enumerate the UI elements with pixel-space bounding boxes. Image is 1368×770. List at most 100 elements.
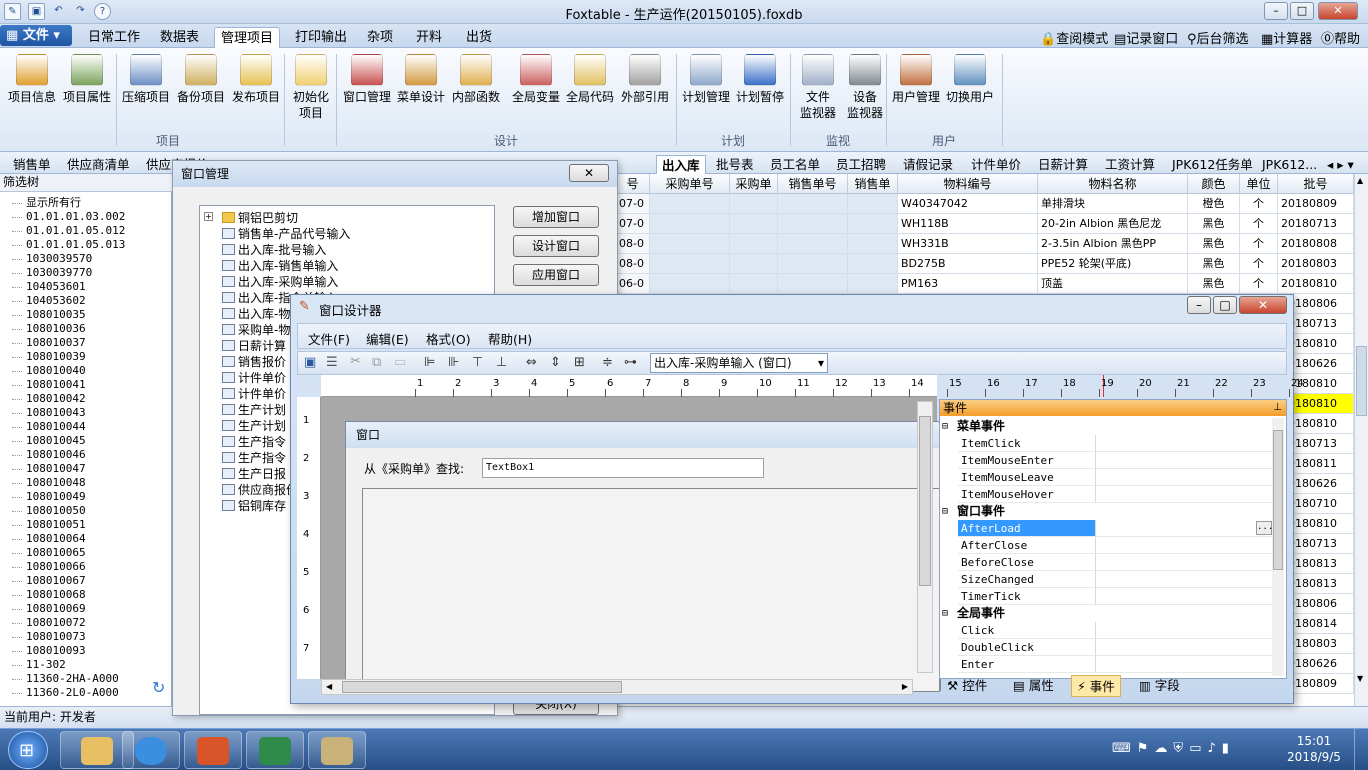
start-button[interactable]: ⊞ bbox=[8, 731, 48, 769]
doc-tab-salary[interactable]: 工资计算 bbox=[1100, 155, 1160, 174]
align-top-icon[interactable]: ⊤ bbox=[472, 355, 483, 370]
grid-cell[interactable]: 20180809 bbox=[1278, 194, 1354, 214]
event-row[interactable]: Click bbox=[940, 622, 1286, 639]
global-variables-button[interactable]: 全局变量 bbox=[510, 54, 562, 105]
tab-manage-project[interactable]: 管理项目 bbox=[214, 27, 281, 48]
publish-project-button[interactable]: 发布项目 bbox=[229, 54, 283, 105]
same-width-icon[interactable]: ⇔ bbox=[526, 355, 537, 370]
grid-cell[interactable] bbox=[778, 274, 848, 294]
event-row[interactable]: AfterClose bbox=[940, 537, 1286, 554]
grid-cell[interactable]: BD275B bbox=[898, 254, 1038, 274]
filter-tree-item[interactable]: 108010043 bbox=[26, 406, 86, 420]
window-tree-item[interactable]: 销售报价 bbox=[238, 354, 286, 370]
scroll-up-icon[interactable]: ▲ bbox=[1357, 176, 1363, 185]
grid-header-cell[interactable]: 物料编号 bbox=[898, 174, 1038, 194]
calculator-link[interactable]: ▦计算器 bbox=[1261, 28, 1312, 47]
filter-tree-item[interactable]: 108010042 bbox=[26, 392, 86, 406]
volume-icon[interactable]: ♪ bbox=[1207, 741, 1221, 756]
filter-tree-item[interactable]: 108010039 bbox=[26, 350, 86, 364]
filter-tree-item[interactable]: 108010044 bbox=[26, 420, 86, 434]
user-manager-button[interactable]: 用户管理 bbox=[890, 54, 942, 105]
filter-tree-item[interactable]: 108010067 bbox=[26, 574, 86, 588]
collapse-icon[interactable]: ⊟ bbox=[942, 605, 948, 622]
window-tree-item[interactable]: 出入库-采购单输入 bbox=[238, 274, 338, 290]
grid-cell[interactable] bbox=[650, 234, 730, 254]
help-link[interactable]: ⓪帮助 bbox=[1321, 28, 1360, 47]
doc-tab-daily-wage[interactable]: 日薪计算 bbox=[1033, 155, 1093, 174]
filter-tree-item[interactable]: 108010049 bbox=[26, 490, 86, 504]
window-tree-item[interactable]: 生产计划 bbox=[238, 402, 286, 418]
file-monitor-button[interactable]: 文件 监视器 bbox=[796, 54, 840, 121]
doc-tab-leave[interactable]: 请假记录 bbox=[898, 155, 958, 174]
event-value[interactable] bbox=[1096, 588, 1274, 605]
pin-icon[interactable]: ⊥ bbox=[1273, 400, 1282, 416]
paste-icon[interactable]: ▭ bbox=[394, 355, 406, 370]
event-row[interactable]: TimerTick bbox=[940, 588, 1286, 605]
query-mode-link[interactable]: 🔒查阅模式 bbox=[1040, 28, 1108, 47]
grid-cell[interactable]: 黑色 bbox=[1188, 214, 1240, 234]
scroll-left-icon[interactable]: ◀ bbox=[326, 680, 332, 694]
filter-tree-item[interactable]: 108010093 bbox=[26, 644, 86, 658]
grid-cell[interactable]: 08-0 bbox=[616, 234, 650, 254]
filter-tree-item[interactable]: 108010045 bbox=[26, 434, 86, 448]
designer-minimize-button[interactable]: – bbox=[1187, 296, 1211, 314]
grid-cell[interactable] bbox=[848, 234, 898, 254]
add-window-button[interactable]: 增加窗口 bbox=[513, 206, 599, 228]
compress-project-button[interactable]: 压缩项目 bbox=[120, 54, 172, 105]
show-desktop-button[interactable] bbox=[1354, 729, 1368, 770]
taskbar-foxtable[interactable] bbox=[184, 731, 242, 769]
grid-cell[interactable]: 黑色 bbox=[1188, 274, 1240, 294]
doc-tab-employee-list[interactable]: 员工名单 bbox=[765, 155, 825, 174]
doc-tab-supplier-list[interactable]: 供应商清单 bbox=[62, 155, 135, 174]
filter-tree-item[interactable]: 11-302 bbox=[26, 658, 66, 672]
grid-cell[interactable]: 20180810 bbox=[1278, 274, 1354, 294]
form-table-control[interactable] bbox=[362, 488, 940, 692]
window-tree-item[interactable]: 计件单价 bbox=[238, 386, 286, 402]
grid-cell[interactable] bbox=[778, 214, 848, 234]
event-value[interactable] bbox=[1096, 486, 1274, 503]
filter-tree-item[interactable]: 108010068 bbox=[26, 588, 86, 602]
event-value[interactable] bbox=[1096, 571, 1274, 588]
grid-cell[interactable]: 20180808 bbox=[1278, 234, 1354, 254]
taskbar-ie[interactable] bbox=[122, 731, 180, 769]
doc-tab-sales-order[interactable]: 销售单 bbox=[8, 155, 56, 174]
window-manager-button[interactable]: 窗口管理 bbox=[341, 54, 393, 105]
grid-header-cell[interactable]: 单位 bbox=[1240, 174, 1278, 194]
grid-header-cell[interactable]: 销售单 bbox=[848, 174, 898, 194]
align-left-icon[interactable]: ⊫ bbox=[424, 355, 435, 370]
filter-tree-item[interactable]: 108010047 bbox=[26, 462, 86, 476]
grid-cell[interactable]: WH331B bbox=[898, 234, 1038, 254]
apply-window-button[interactable]: 应用窗口 bbox=[513, 264, 599, 286]
event-row[interactable]: SizeChanged bbox=[940, 571, 1286, 588]
tab-daily-work[interactable]: 日常工作 bbox=[82, 27, 146, 48]
display-icon[interactable]: ▭ bbox=[1189, 741, 1207, 756]
file-menu-button[interactable]: ▦ 文件 ▾ bbox=[0, 25, 72, 46]
tab-events[interactable]: ⚡ 事件 bbox=[1071, 675, 1121, 697]
event-row[interactable]: DoubleClick bbox=[940, 639, 1286, 656]
window-tree-item[interactable]: 生产指令 bbox=[238, 434, 286, 450]
event-value[interactable] bbox=[1096, 452, 1274, 469]
grid-cell[interactable] bbox=[650, 274, 730, 294]
window-tree-item[interactable]: 出入库-销售单输入 bbox=[238, 258, 338, 274]
window-tree-item[interactable]: 计件单价 bbox=[238, 370, 286, 386]
grid-cell[interactable]: 06-0 bbox=[616, 274, 650, 294]
grid-cell[interactable] bbox=[778, 194, 848, 214]
window-tree-item[interactable]: 出入库-批号输入 bbox=[238, 242, 326, 258]
tray-icons[interactable]: ⌨⚑☁⛨▭♪▮ bbox=[1112, 741, 1235, 756]
filter-tree-item[interactable]: 108010046 bbox=[26, 448, 86, 462]
event-row[interactable]: ItemMouseHover bbox=[940, 486, 1286, 503]
canvas-hscroll-thumb[interactable] bbox=[342, 681, 622, 693]
vertical-spacing-icon[interactable]: ≑ bbox=[602, 355, 613, 370]
window-tree-item[interactable]: 日薪计算 bbox=[238, 338, 286, 354]
scroll-right-icon[interactable]: ▶ bbox=[902, 680, 908, 694]
grid-cell[interactable]: 20180713 bbox=[1278, 214, 1354, 234]
design-canvas[interactable]: 窗口 从《采购单》查找: TextBox1 bbox=[321, 397, 941, 692]
grid-cell[interactable] bbox=[730, 194, 778, 214]
grid-cell[interactable]: 20180803 bbox=[1278, 254, 1354, 274]
event-row[interactable]: BeforeClose bbox=[940, 554, 1286, 571]
tab-scroll-arrows[interactable]: ◂ ▸ ▾ bbox=[1322, 155, 1359, 174]
grid-cell[interactable] bbox=[848, 274, 898, 294]
event-row[interactable]: ItemMouseLeave bbox=[940, 469, 1286, 486]
schedule-manager-button[interactable]: 计划管理 bbox=[680, 54, 732, 105]
expand-icon[interactable]: + bbox=[204, 212, 213, 221]
